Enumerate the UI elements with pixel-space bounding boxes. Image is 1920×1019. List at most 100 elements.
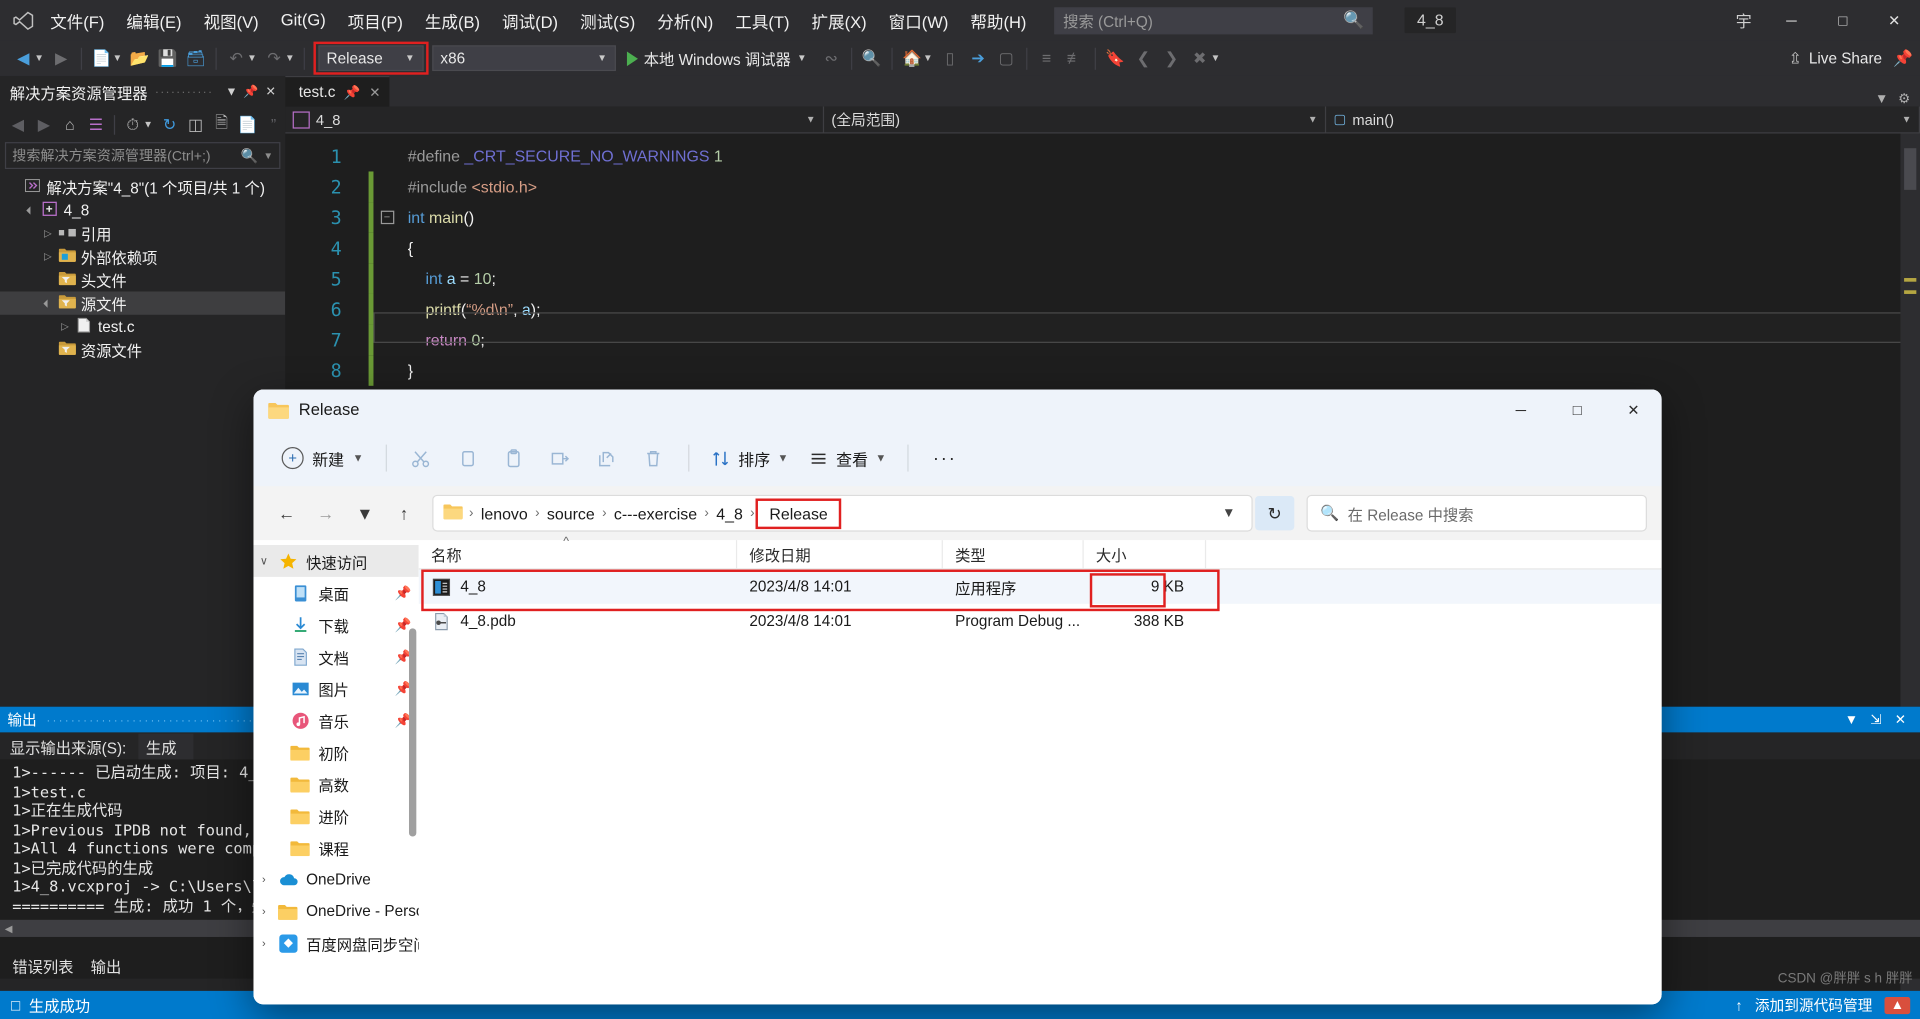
paste-icon[interactable] [491, 438, 538, 477]
recent-locations-icon[interactable]: ▼ [347, 495, 384, 532]
chevron-down-icon-address[interactable]: ▼ [1211, 506, 1246, 521]
menu-view[interactable]: 视图(V) [193, 3, 270, 37]
scrollbar-thumb[interactable] [1904, 148, 1917, 190]
tree-twisty-icon[interactable]: ▷ [56, 321, 73, 332]
nav-scope-dropdown[interactable]: (全局范围) ▼ [824, 105, 1327, 133]
nav-item-0[interactable]: ∨ 快速访问 [253, 545, 419, 577]
solution-platform-combo[interactable]: x86 ▼ [431, 45, 616, 72]
cut-icon[interactable] [398, 438, 445, 477]
tree-item-7[interactable]: 资源文件 [0, 338, 285, 361]
new-button[interactable]: + 新建 ▼ [271, 440, 375, 476]
pin-icon-nav[interactable]: 📌 [395, 585, 412, 601]
up-icon-explorer[interactable]: ↑ [386, 495, 423, 532]
find-in-files-icon[interactable]: 🔍 [858, 45, 885, 72]
file-row-1[interactable]: 4_8.pdb 2023/4/8 14:01 Program Debug ... 38… [419, 604, 1662, 638]
menu-build[interactable]: 生成(B) [414, 3, 491, 37]
refresh-icon[interactable]: ↻ [158, 111, 182, 138]
back-icon-explorer[interactable]: ← [268, 495, 305, 532]
nav-item-7[interactable]: 高数 [253, 768, 418, 800]
home-icon[interactable]: ⌂ [58, 111, 82, 138]
pin-toolbar-icon[interactable]: 📌 [1893, 45, 1920, 72]
explorer-minimize-button[interactable]: ─ [1493, 389, 1549, 429]
pending-caret-icon[interactable]: ▼ [143, 119, 153, 130]
refresh-icon-explorer[interactable]: ↻ [1255, 496, 1295, 531]
switch-views-icon[interactable]: ☰ [84, 111, 108, 138]
menu-file[interactable]: 文件(F) [39, 3, 115, 37]
fold-collapse-icon[interactable]: − [373, 210, 400, 225]
properties-icon[interactable]: 📄 [236, 111, 260, 138]
home-caret-icon[interactable]: ▼ [923, 53, 933, 64]
nav-item-12[interactable]: › 百度网盘同步空间 [253, 927, 419, 959]
undo-icon[interactable]: ↶ [223, 45, 250, 72]
menu-project[interactable]: 项目(P) [337, 3, 414, 37]
solution-explorer-search[interactable]: 搜索解决方案资源管理器(Ctrl+;) 🔍 ▼ [4, 142, 281, 170]
nav-item-3[interactable]: 文档 📌 [253, 641, 418, 673]
nav-item-4[interactable]: 图片 📌 [253, 672, 418, 704]
navigate-back-caret-icon[interactable]: ▼ [34, 53, 44, 64]
drag-handle[interactable]: ············ [155, 85, 214, 98]
nav-pane-scrollbar[interactable] [408, 628, 417, 837]
menu-analyze[interactable]: 分析(N) [646, 3, 724, 37]
solution-configuration-combo[interactable]: Release ▼ [317, 45, 424, 72]
tab-error-list[interactable]: 错误列表 [12, 954, 73, 977]
view-button[interactable]: 查看 ▼ [798, 440, 896, 476]
nav-item-1[interactable]: 桌面 📌 [253, 577, 418, 609]
toolbar-overflow-icon[interactable]: ▼ [1211, 53, 1221, 64]
account-avatar[interactable]: 宇 [1722, 9, 1766, 32]
rename-icon[interactable] [537, 438, 584, 477]
breadcrumb-current-release[interactable]: Release [755, 497, 842, 529]
live-share-button[interactable]: ⇫ Live Share [1789, 49, 1892, 68]
chevron-icon[interactable]: › [253, 905, 274, 917]
collapse-all-icon[interactable]: ◫ [184, 111, 208, 138]
pin-icon[interactable]: 📌 [241, 85, 261, 98]
pointer-select-icon[interactable]: ➔ [965, 45, 992, 72]
tree-item-5[interactable]: ◢ 源文件 [0, 291, 286, 315]
column-header-size[interactable]: 大小 [1084, 539, 1207, 569]
nav-item-2[interactable]: 下载 📌 [253, 609, 418, 641]
save-icon[interactable]: 💾 [154, 45, 181, 72]
nav-item-6[interactable]: 初阶 [253, 736, 418, 768]
breadcrumb-4-8[interactable]: 4_8 [710, 502, 749, 525]
redo-icon[interactable]: ↷ [261, 45, 288, 72]
column-header-modified[interactable]: 修改日期 [737, 539, 943, 569]
tree-item-0[interactable]: 解决方案"4_8"(1 个项目/共 1 个) [0, 175, 285, 198]
save-all-icon[interactable]: 🗃 [182, 45, 209, 72]
nav-project-dropdown[interactable]: 4_8 ▼ [285, 105, 825, 133]
nav-item-8[interactable]: 进阶 [253, 800, 418, 832]
add-to-source-control-label[interactable]: 添加到源代码管理 [1755, 995, 1873, 1016]
vs-search-box[interactable]: 搜索 (Ctrl+Q) 🔍 [1054, 6, 1373, 34]
solution-explorer-toggle-icon[interactable]: ⚙ [1898, 91, 1910, 107]
tab-output[interactable]: 输出 [91, 954, 122, 977]
navigate-back-icon[interactable]: ◀ [10, 45, 37, 72]
share-icon[interactable] [584, 438, 631, 477]
bookmark-icon[interactable]: 🔖 [1102, 45, 1129, 72]
scroll-left-icon[interactable]: ◀ [0, 920, 17, 937]
menu-window[interactable]: 窗口(W) [878, 3, 960, 37]
output-source-value[interactable]: 生成 [138, 733, 194, 759]
close-button[interactable]: ✕ [1869, 0, 1920, 40]
menu-debug[interactable]: 调试(D) [491, 3, 569, 37]
nav-item-9[interactable]: 课程 [253, 832, 418, 864]
nav-member-dropdown[interactable]: ▢ main() ▼ [1326, 105, 1920, 133]
delete-icon[interactable] [631, 438, 678, 477]
menu-help[interactable]: 帮助(H) [959, 3, 1037, 37]
close-panel-icon[interactable]: ✕ [261, 85, 281, 98]
column-header-type[interactable]: 类型 [943, 539, 1084, 569]
chevron-icon[interactable]: › [253, 873, 274, 885]
tree-item-1[interactable]: ◢ 4_8 [0, 198, 285, 221]
menu-extensions[interactable]: 扩展(X) [801, 3, 878, 37]
menu-git[interactable]: Git(G) [270, 6, 337, 34]
tree-item-2[interactable]: ▷ 引用 [0, 222, 285, 245]
tree-item-6[interactable]: ▷ test.c [0, 315, 285, 338]
chevron-down-icon-panel[interactable]: ▼ [222, 85, 242, 98]
more-options-button[interactable]: ··· [919, 443, 970, 474]
float-output-icon[interactable]: ⇲ [1864, 712, 1888, 728]
tree-twisty-icon[interactable]: ◢ [39, 295, 56, 312]
breadcrumb-bar[interactable]: › lenovo › source › c---exercise › 4_8 ›… [432, 494, 1253, 532]
chevron-icon[interactable]: ∨ [253, 554, 274, 567]
column-header-name[interactable]: 名称 [419, 539, 738, 569]
explorer-close-button[interactable]: ✕ [1605, 389, 1661, 429]
new-project-caret-icon[interactable]: ▼ [113, 53, 123, 64]
tree-twisty-icon[interactable]: ◢ [22, 201, 39, 218]
redo-caret-icon[interactable]: ▼ [285, 53, 295, 64]
